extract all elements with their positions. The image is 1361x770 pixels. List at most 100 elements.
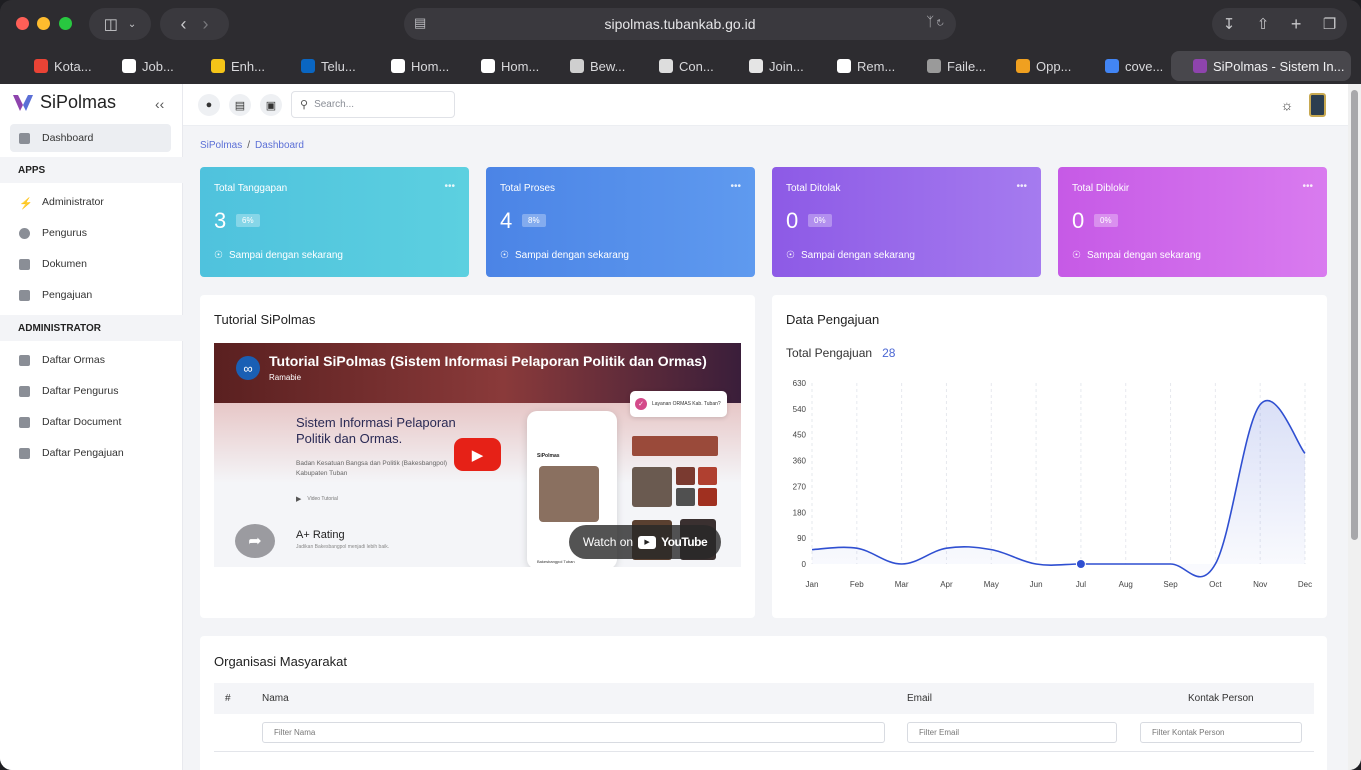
- browser-window: ◫ ⌄ ‹ › ▤ sipolmas.tubankab.go.id ᛉ ↻ ↧ ⇧…: [0, 0, 1361, 770]
- more-icon[interactable]: •••: [444, 181, 455, 192]
- browser-tab[interactable]: Faile...: [923, 51, 1001, 81]
- tab-overview-icon[interactable]: ❐: [1323, 15, 1336, 33]
- data-point[interactable]: [900, 563, 902, 565]
- share-button[interactable]: ➦: [235, 524, 275, 558]
- play-button[interactable]: ▶: [454, 438, 501, 471]
- youtube-embed[interactable]: ∞ Tutorial SiPolmas (Sistem Informasi Pe…: [214, 343, 741, 567]
- search-input[interactable]: ⚲ Search...: [291, 91, 455, 118]
- filter-kontak-input[interactable]: Filter Kontak Person: [1140, 722, 1302, 743]
- avatar[interactable]: [1309, 93, 1326, 117]
- clipboard-shortcut-button[interactable]: ▣: [260, 94, 282, 116]
- browser-tab[interactable]: Job...: [118, 51, 196, 81]
- channel-avatar[interactable]: ∞: [236, 356, 260, 380]
- highlighted-data-point[interactable]: [1075, 559, 1086, 569]
- channel-name[interactable]: Ramabie: [269, 373, 301, 382]
- data-point[interactable]: [1259, 403, 1261, 405]
- phone-photo: [539, 466, 599, 522]
- sidebar-item-pengurus[interactable]: Pengurus: [10, 219, 171, 247]
- user-shortcut-button[interactable]: ●: [198, 94, 220, 116]
- back-button[interactable]: ‹: [181, 14, 187, 35]
- clipboard-icon: ▣: [265, 99, 277, 112]
- card-value: 0: [786, 208, 799, 233]
- filter-nama-input[interactable]: Filter Nama: [262, 722, 885, 743]
- browser-tab[interactable]: Enh...: [207, 51, 285, 81]
- new-tab-icon[interactable]: +: [1291, 14, 1302, 35]
- data-point[interactable]: [856, 547, 858, 549]
- minimize-window-button[interactable]: [37, 17, 50, 30]
- more-icon[interactable]: •••: [1016, 181, 1027, 192]
- data-point[interactable]: [1125, 563, 1127, 565]
- sidebar-item-label: Daftar Document: [42, 416, 122, 428]
- sidebar-item-administrator[interactable]: ⚡ Administrator: [10, 188, 171, 216]
- data-point[interactable]: [1304, 452, 1306, 454]
- column-header-nama[interactable]: Nama: [262, 683, 289, 714]
- zoom-window-button[interactable]: [59, 17, 72, 30]
- page-menu-icon[interactable]: ▤: [414, 15, 426, 31]
- sidebar-item-daftar-ormas[interactable]: Daftar Ormas: [10, 346, 171, 374]
- share-icon[interactable]: ⇧: [1257, 15, 1270, 33]
- navigation-buttons: ‹ ›: [160, 8, 229, 40]
- sidebar-item-daftar-pengajuan[interactable]: Daftar Pengajuan: [10, 439, 171, 467]
- column-header-number[interactable]: #: [225, 683, 231, 714]
- browser-tab[interactable]: Hom...: [387, 51, 465, 81]
- stat-card-tanggapan: Total Tanggapan ••• 3 6% ☉ Sampai dengan …: [200, 167, 469, 277]
- page-scrollbar[interactable]: [1348, 84, 1361, 770]
- visio-icon: [749, 59, 763, 73]
- document-shortcut-button[interactable]: ▤: [229, 94, 251, 116]
- address-bar[interactable]: ▤ sipolmas.tubankab.go.id ᛉ ↻: [404, 8, 956, 40]
- breadcrumb-current: Dashboard: [255, 140, 304, 151]
- breadcrumb-root[interactable]: SiPolmas: [200, 140, 242, 151]
- data-point[interactable]: [1035, 563, 1037, 565]
- column-header-email[interactable]: Email: [907, 683, 932, 714]
- sidebar-item-dokumen[interactable]: Dokumen: [10, 250, 171, 278]
- sidebar-item-daftar-document[interactable]: Daftar Document: [10, 408, 171, 436]
- video-title[interactable]: Tutorial SiPolmas (Sistem Informasi Pela…: [269, 353, 739, 369]
- browser-tab[interactable]: Hom...: [477, 51, 555, 81]
- close-window-button[interactable]: [16, 17, 29, 30]
- data-point[interactable]: [945, 547, 947, 549]
- tab-label: Join...: [769, 58, 804, 74]
- sidebar-item-pengajuan[interactable]: Pengajuan: [10, 281, 171, 309]
- section-header-administrator: ADMINISTRATOR: [0, 315, 183, 341]
- scrollbar-thumb[interactable]: [1351, 90, 1358, 540]
- card-title: Total Ditolak: [786, 183, 841, 194]
- sidebar-item-dashboard[interactable]: Dashboard: [10, 124, 171, 152]
- breadcrumb: SiPolmas / Dashboard: [200, 140, 304, 151]
- forward-button[interactable]: ›: [203, 14, 209, 35]
- pengajuan-chart[interactable]: 0 90 180 270 360 450 540 630 Jan Feb Mar Apr May Jun J…: [772, 295, 1327, 618]
- card-percent-badge: 0%: [1094, 214, 1118, 227]
- data-point[interactable]: [1169, 563, 1171, 565]
- browser-tab[interactable]: Opp...: [1012, 51, 1090, 81]
- eye-icon: ☉: [214, 250, 223, 261]
- browser-tab[interactable]: Kota...: [30, 51, 108, 81]
- card-value: 4: [500, 208, 513, 233]
- sipolmas-logo-icon: [13, 94, 33, 111]
- lightning-icon: ⚡: [19, 197, 33, 210]
- browser-tab[interactable]: Rem...: [833, 51, 911, 81]
- data-point[interactable]: [811, 548, 813, 550]
- browser-tab[interactable]: SiPolmas - Sistem In...: [1171, 51, 1351, 81]
- more-icon[interactable]: •••: [730, 181, 741, 192]
- browser-tab[interactable]: cove...: [1101, 51, 1169, 81]
- tab-label: Kota...: [54, 58, 92, 74]
- column-header-kontak[interactable]: Kontak Person: [1188, 683, 1254, 714]
- browser-tab[interactable]: Join...: [745, 51, 823, 81]
- browser-tab[interactable]: Telu...: [297, 51, 375, 81]
- collapse-sidebar-icon[interactable]: ‹‹: [155, 96, 164, 112]
- x-tick-label: Nov: [1253, 580, 1267, 589]
- data-point[interactable]: [1214, 563, 1216, 565]
- translate-icon[interactable]: ᛉ ↻: [926, 14, 944, 29]
- data-point[interactable]: [990, 548, 992, 550]
- browser-tab[interactable]: Bew...: [566, 51, 644, 81]
- section-header-apps: APPS: [0, 157, 183, 183]
- card-subtitle-row: ☉ Sampai dengan sekarang: [500, 250, 629, 261]
- more-icon[interactable]: •••: [1302, 181, 1313, 192]
- theme-toggle-button[interactable]: ☼: [1276, 94, 1298, 116]
- download-icon[interactable]: ↧: [1223, 15, 1236, 33]
- brand[interactable]: SiPolmas: [12, 92, 116, 113]
- watch-on-youtube-button[interactable]: Watch on ▶ YouTube: [569, 525, 721, 559]
- filter-email-input[interactable]: Filter Email: [907, 722, 1117, 743]
- sidebar-toggle-button[interactable]: ◫ ⌄: [89, 8, 151, 40]
- browser-tab[interactable]: Con...: [655, 51, 733, 81]
- sidebar-item-daftar-pengurus[interactable]: Daftar Pengurus: [10, 377, 171, 405]
